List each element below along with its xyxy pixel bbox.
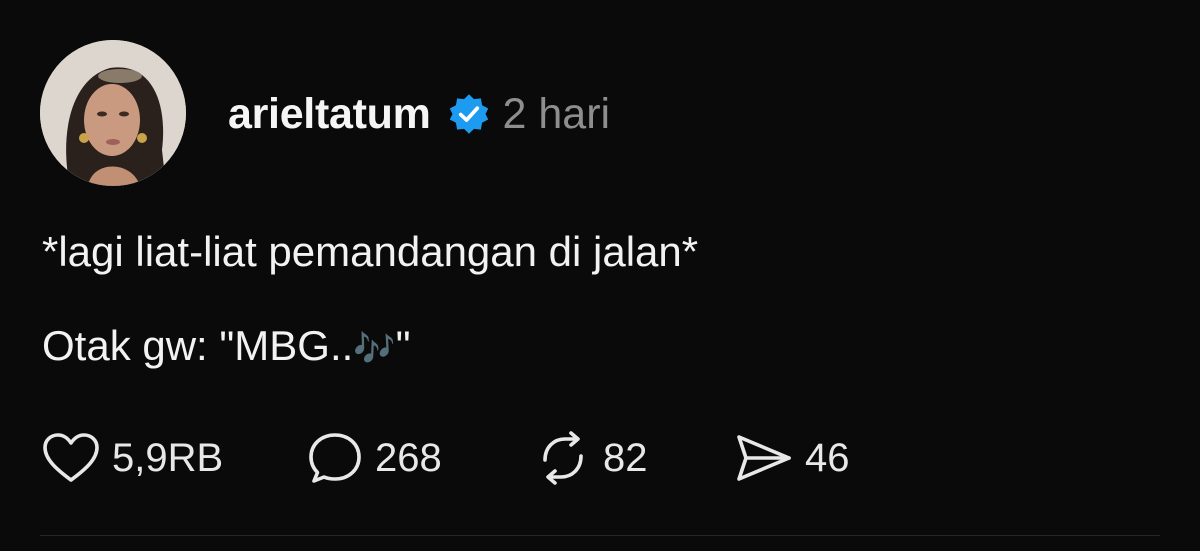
action-bar: 5,9RB 268 82 46 <box>42 428 850 488</box>
repost-count: 82 <box>603 435 648 480</box>
post-text-line-1: *lagi liat-liat pemandangan di jalan* <box>42 228 699 275</box>
share-button[interactable]: 46 <box>735 432 850 484</box>
send-icon <box>737 435 791 481</box>
post-text-line-2: Otak gw: "MBG..🎶" <box>42 322 411 370</box>
like-button[interactable]: 5,9RB <box>42 432 307 484</box>
share-count: 46 <box>805 435 850 480</box>
comment-count: 268 <box>375 435 442 480</box>
verified-badge-icon <box>447 92 491 136</box>
post-card: arieltatum 2 hari *lagi liat-liat pemand… <box>0 0 1200 551</box>
comment-button[interactable]: 268 <box>307 431 535 485</box>
post-timestamp[interactable]: 2 hari <box>503 90 611 139</box>
repost-button[interactable]: 82 <box>535 430 735 486</box>
repost-icon <box>543 431 583 485</box>
avatar[interactable] <box>40 40 186 186</box>
divider <box>40 535 1160 536</box>
comment-bubble-icon <box>309 433 361 483</box>
music-notes-emoji: 🎶 <box>353 330 396 368</box>
heart-icon <box>43 433 99 482</box>
post-text-line-2-main: Otak gw: "MBG.. <box>42 322 354 369</box>
post-header: arieltatum 2 hari <box>228 84 610 144</box>
post-text-line-2-end: " <box>395 322 411 369</box>
username[interactable]: arieltatum <box>228 90 431 139</box>
like-count: 5,9RB <box>112 435 224 480</box>
avatar-image <box>40 40 186 186</box>
